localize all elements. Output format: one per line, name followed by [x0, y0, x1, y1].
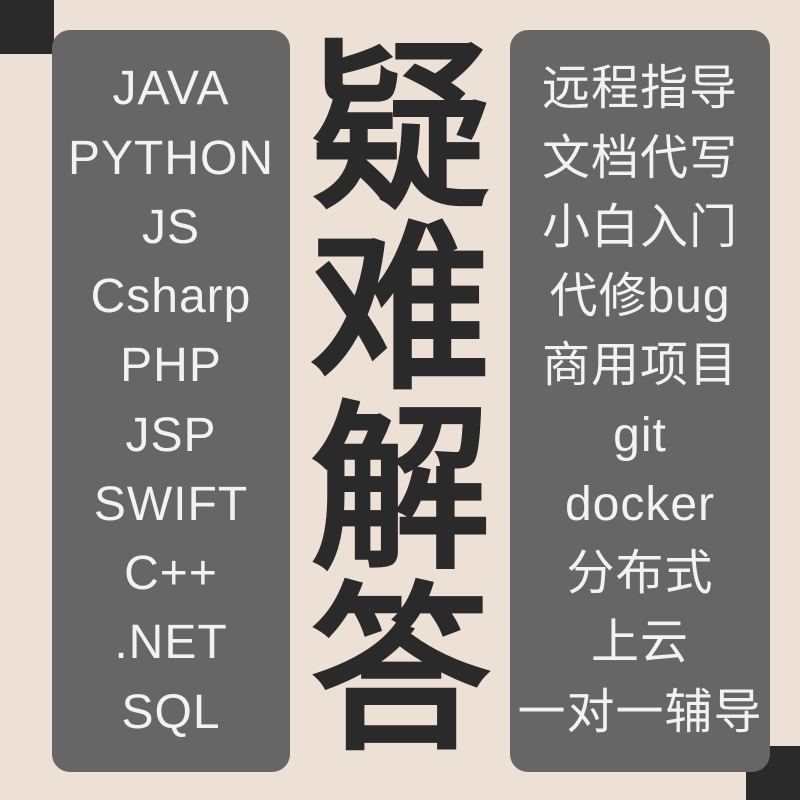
languages-panel: JAVA PYTHON JS Csharp PHP JSP SWIFT C++ …	[52, 30, 290, 772]
service-item: 一对一辅导	[517, 689, 762, 737]
services-panel: 远程指导 文档代写 小白入门 代修bug 商用项目 git docker 分布式…	[510, 30, 770, 772]
title-char: 疑	[310, 40, 490, 220]
service-item: 商用项目	[542, 342, 738, 390]
service-item: docker	[565, 481, 715, 529]
corner-decoration-top-left	[0, 0, 54, 54]
language-item: .NET	[114, 619, 227, 667]
language-item: PHP	[120, 342, 222, 390]
language-item: Csharp	[91, 273, 252, 321]
language-item: SQL	[121, 689, 220, 737]
language-item: C++	[124, 550, 218, 598]
language-item: JAVA	[113, 65, 230, 113]
title-char: 解	[310, 401, 490, 581]
language-item: PYTHON	[68, 135, 274, 183]
language-item: SWIFT	[94, 481, 248, 529]
service-item: 小白入门	[542, 204, 738, 252]
service-item: 分布式	[566, 550, 713, 598]
title-char: 难	[310, 221, 490, 401]
service-item: 远程指导	[542, 65, 738, 113]
language-item: JSP	[125, 412, 216, 460]
title-char: 答	[310, 582, 490, 762]
language-item: JS	[142, 204, 200, 252]
service-item: git	[613, 412, 667, 460]
service-item: 代修bug	[549, 273, 730, 321]
service-item: 文档代写	[542, 135, 738, 183]
title-column: 疑 难 解 答	[308, 30, 493, 772]
service-item: 上云	[591, 619, 689, 667]
